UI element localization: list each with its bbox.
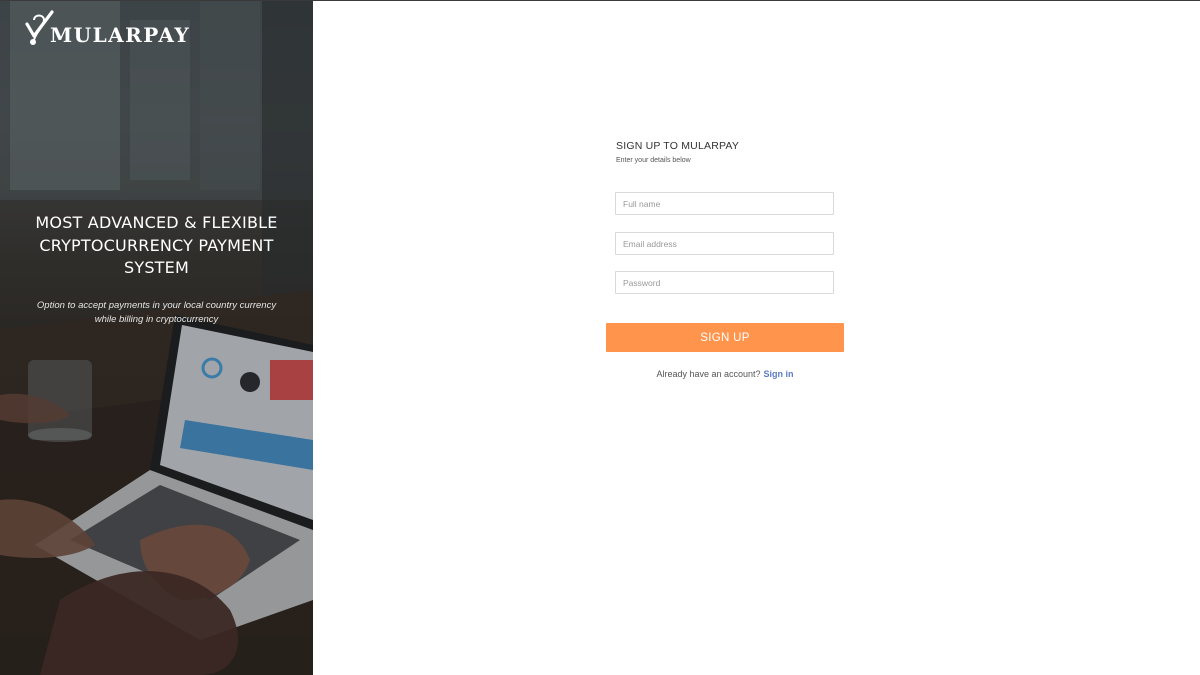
- logo-wordmark: MULARPAY: [50, 23, 191, 47]
- have-account-text: Already have an account?: [656, 369, 761, 379]
- top-border: [0, 0, 1200, 1]
- sign-up-button[interactable]: SIGN UP: [606, 323, 844, 352]
- password-input[interactable]: [615, 271, 834, 294]
- form-title: SIGN UP TO MULARPAY: [616, 140, 740, 152]
- sign-in-link[interactable]: Sign in: [764, 369, 794, 379]
- hero-subtext: Option to accept payments in your local …: [18, 299, 295, 327]
- hero-headline-line-2: CRYPTOCURRENCY PAYMENT: [39, 235, 274, 255]
- hero-headline-line-3: SYSTEM: [124, 258, 189, 277]
- mularpay-logo[interactable]: MULARPAY: [24, 10, 239, 47]
- hero-subtext-line-1: Option to accept payments in your local …: [36, 300, 277, 311]
- hero-dark-overlay: [0, 0, 313, 675]
- hero-panel: MULARPAY MOST ADVANCED & FLEXIBLE CRYPTO…: [0, 0, 313, 675]
- email-input[interactable]: [615, 232, 834, 255]
- form-subtitle: Enter your details below: [616, 157, 691, 164]
- signin-prompt: Already have an account? Sign in: [606, 369, 844, 379]
- full-name-input[interactable]: [615, 192, 834, 215]
- hero-subtext-line-2: while billing in cryptocurrency: [94, 314, 219, 325]
- hero-headline: MOST ADVANCED & FLEXIBLE CRYPTOCURRENCY …: [30, 212, 283, 280]
- hero-headline-line-1: MOST ADVANCED & FLEXIBLE: [35, 213, 278, 232]
